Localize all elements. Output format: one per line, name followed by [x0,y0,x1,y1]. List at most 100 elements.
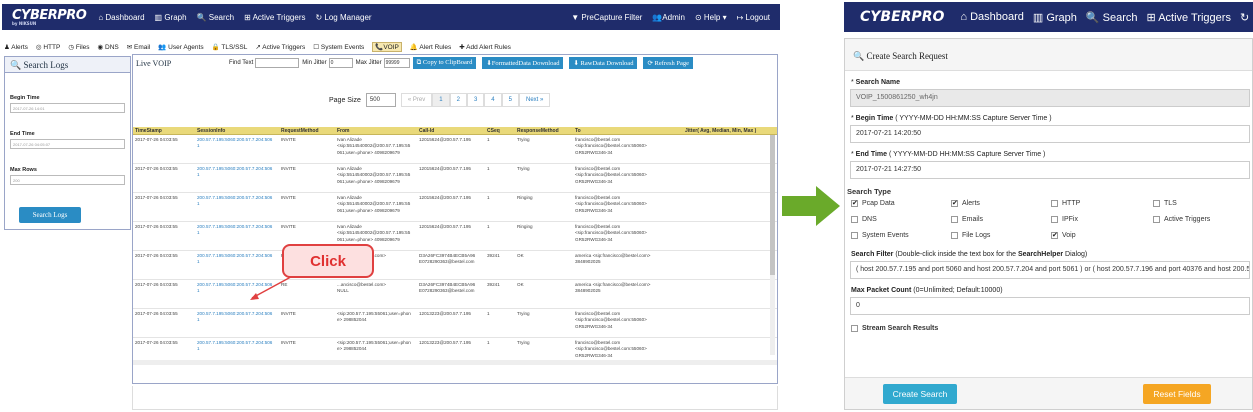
brand-logo[interactable]: CYBERPRO by NIKSUN [12,8,87,26]
formatted-download-button[interactable]: ⬇FormattedData Download [482,57,564,69]
table-row[interactable]: 2017-07-26 04:03:55 200.57.7.195:5060:200… [133,164,777,193]
column-header[interactable]: RequestMethod [279,127,335,134]
max-jitter-input[interactable]: 99999 [383,58,410,68]
refresh-page-button[interactable]: ⟳ Refresh Page [643,57,693,69]
nav-log-manager[interactable]: ↻ Log Manager [315,13,371,22]
checkbox[interactable] [1153,200,1160,207]
column-header[interactable]: TimeStamp [133,127,195,134]
pager-page-3[interactable]: 3 [466,93,485,107]
tab-voip[interactable]: 📞VOIP [372,42,402,52]
session-info-link[interactable]: 200.57.7.195:5060:200.57.7.204:506 1 [195,193,279,221]
pager-page-4[interactable]: 4 [484,93,502,107]
nav-search[interactable]: 🔍 Search [197,13,235,22]
stream-results-checkbox[interactable] [851,325,858,332]
brand-logo-right[interactable]: CYBERPRO [860,9,944,25]
search-filter-input[interactable]: ( host 200.57.7.195 and port 5060 and ho… [850,261,1250,279]
search-type-option[interactable]: Active Triggers [1153,216,1253,223]
search-type-option[interactable]: HTTP [1051,200,1153,207]
checkbox[interactable] [851,216,858,223]
table-row[interactable]: 2017-07-26 04:03:55 200.57.7.195:5060:200… [133,309,777,338]
search-type-option[interactable]: ✔ Pcap Data [851,200,951,207]
search-type-option[interactable]: IPFix [1051,216,1153,223]
tab-user-agents[interactable]: 👥 User Agents [158,43,203,51]
max-packet-input[interactable]: 0 [850,297,1250,315]
column-header[interactable]: From [335,127,417,134]
tab-email[interactable]: ✉ Email [127,43,151,51]
checkbox[interactable] [951,216,958,223]
session-info-link[interactable]: 200.57.7.195:5060:200.57.7.204:506 1 [195,338,279,359]
column-header[interactable]: Call-Id [417,127,485,134]
nav-log-manager-right[interactable]: ↻ L [1240,11,1253,24]
search-type-option[interactable]: TLS [1153,200,1253,207]
checkbox[interactable] [1051,200,1058,207]
session-info-link[interactable]: 200.57.7.195:5060:200.57.7.204:506 1 [195,222,279,250]
nav-admin[interactable]: 👥Admin [652,13,685,22]
page-size-select[interactable]: 500 [365,93,396,107]
session-info-link[interactable]: 200.57.7.195:5060:200.57.7.204:506 1 [195,135,279,163]
nav-dashboard-right[interactable]: ⌂ Dashboard [960,11,1024,23]
session-info-link[interactable]: 200.57.7.195:5060:200.57.7.204:506 1 [195,164,279,192]
table-horizontal-scrollbar[interactable] [133,360,777,365]
column-header[interactable]: ResponseMethod [515,127,573,134]
search-name-input[interactable]: VOIP_1500861250_wh4jn [850,89,1250,107]
max-rows-stepper[interactable]: 200 [10,175,125,185]
column-header[interactable]: Jitter( Avg, Median, Min, Max ) [683,127,773,134]
nav-dashboard[interactable]: ⌂ Dashboard [98,13,144,22]
nav-search-right[interactable]: 🔍 Search [1086,11,1138,24]
raw-download-button[interactable]: ⬇ RawData Download [569,57,638,69]
search-type-option[interactable]: ✔ Alerts [951,200,1051,207]
table-row[interactable]: 2017-07-26 04:03:55 200.57.7.195:5060:200… [133,135,777,164]
tab-active-triggers[interactable]: ↗ Active Triggers [255,43,305,51]
table-row[interactable]: 2017-07-26 04:03:55 200.57.7.195:5060:200… [133,338,777,359]
checkbox[interactable]: ✔ [951,200,958,207]
table-row[interactable]: 2017-07-26 04:03:55 200.57.7.195:5060:200… [133,193,777,222]
nav-help[interactable]: ⊙ Help ▾ [695,13,727,22]
tab-alerts[interactable]: ♟ Alerts [4,43,28,51]
nav-active-triggers-right[interactable]: ⊞ Active Triggers [1147,11,1231,24]
search-type-option[interactable]: Emails [951,216,1051,223]
column-header[interactable]: SessionInfo [195,127,279,134]
table-row[interactable]: 2017-07-26 04:03:55 200.57.7.195:5060:200… [133,222,777,251]
tab-add-alert-rules[interactable]: ✚ Add Alert Rules [459,43,511,51]
end-time-input[interactable]: 2017-07-26 04:05:07 [10,139,125,149]
tab-tls-ssl[interactable]: 🔒 TLS/SSL [212,43,248,51]
reset-fields-button[interactable]: Reset Fields [1143,384,1211,404]
pager-page-2[interactable]: 2 [449,93,467,107]
tab-dns[interactable]: ◉ DNS [98,43,119,51]
session-info-link[interactable]: 200.57.7.195:5060:200.57.7.204:506 1 [195,251,279,279]
nav-active-triggers[interactable]: ⊞ Active Triggers [244,13,305,22]
tab-files[interactable]: ◷ Files [68,43,89,51]
checkbox[interactable] [1153,216,1160,223]
begin-time-input[interactable]: 2017-07-26 14:01 [10,103,125,113]
table-row[interactable]: 2017-07-26 04:03:55 200.57.7.195:5060:200… [133,251,777,280]
column-header[interactable]: CSeq [485,127,515,134]
checkbox[interactable]: ✔ [1051,232,1058,239]
end-time-input-right[interactable]: 2017-07-21 14:27:50 [850,161,1250,179]
nav-precapture-filter[interactable]: ▼ PreCapture Filter [571,13,642,22]
search-type-option[interactable]: DNS [851,216,951,223]
search-logs-button[interactable]: Search Logs [19,207,81,223]
pager-page-1[interactable]: 1 [432,93,450,107]
checkbox[interactable] [951,232,958,239]
create-search-button[interactable]: Create Search [883,384,957,404]
copy-clipboard-button[interactable]: ⧉ Copy to ClipBoard [412,57,477,69]
checkbox[interactable] [851,232,858,239]
table-row[interactable]: 2017-07-26 04:03:55 200.57.7.195:5060:200… [133,280,777,309]
search-type-option[interactable]: System Events [851,232,951,239]
find-text-input[interactable] [255,58,300,68]
checkbox[interactable]: ✔ [851,200,858,207]
nav-graph[interactable]: ▥ Graph [155,13,187,22]
tab-http[interactable]: ◎ HTTP [36,43,60,51]
search-type-option[interactable]: ✔ Voip [1051,232,1153,239]
tab-system-events[interactable]: ☐ System Events [313,43,364,51]
search-type-option[interactable]: File Logs [951,232,1051,239]
session-info-link[interactable]: 200.57.7.195:5060:200.57.7.204:506 1 [195,280,279,308]
tab-alert-rules[interactable]: 🔔 Alert Rules [410,43,451,51]
nav-logout[interactable]: ↦ Logout [737,13,770,22]
session-info-link[interactable]: 200.57.7.195:5060:200.57.7.204:506 1 [195,309,279,337]
pager-next[interactable]: Next » [518,93,551,107]
column-header[interactable]: To [573,127,683,134]
nav-graph-right[interactable]: ▥ Graph [1033,11,1077,24]
stream-results-option[interactable]: Stream Search Results [851,325,1252,332]
pager-prev[interactable]: « Prev [400,93,433,107]
